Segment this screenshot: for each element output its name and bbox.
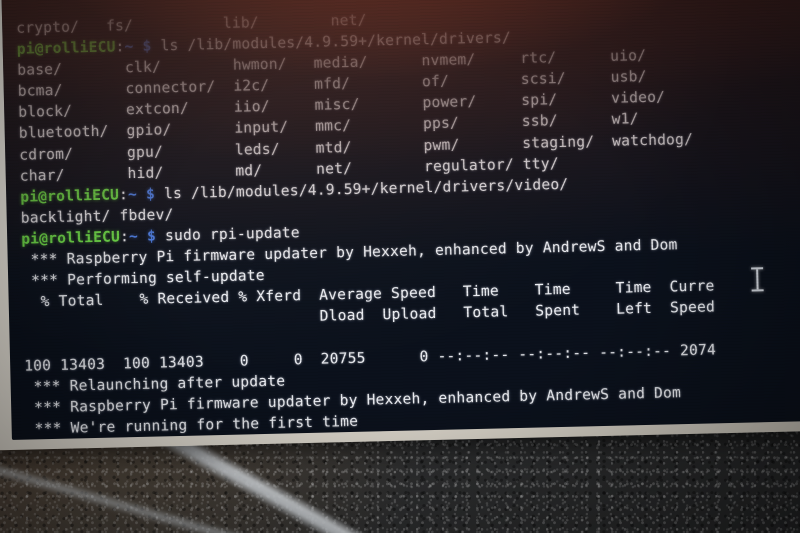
prompt-colon: : [115, 38, 125, 56]
prompt-user-host: pi@rolliECU [21, 228, 121, 248]
prompt-colon: : [119, 228, 130, 246]
command-text: sudo rpi-update [155, 224, 300, 245]
prompt-colon: : [118, 185, 129, 204]
prompt-path: ~ [124, 38, 134, 56]
prompt-sigil: $ [145, 185, 156, 203]
prompt-path: ~ [128, 227, 139, 246]
prompt-path: ~ [127, 185, 138, 203]
prompt-user-host: pi@rolliECU [20, 186, 120, 206]
prompt-sigil: $ [146, 227, 157, 245]
monitor-screen[interactable]: crypto/ fs/ lib/ net/pi@rolliECU:~ $ ls … [0, 0, 800, 440]
monitor: crypto/ fs/ lib/ net/pi@rolliECU:~ $ ls … [0, 0, 800, 452]
photo-scene: crypto/ fs/ lib/ net/pi@rolliECU:~ $ ls … [0, 0, 800, 533]
prompt-user-host: pi@rolliECU [16, 38, 116, 58]
prompt-sigil: $ [142, 37, 152, 55]
terminal-output[interactable]: crypto/ fs/ lib/ net/pi@rolliECU:~ $ ls … [16, 0, 800, 440]
line-text: backlight/ fbdev/ [20, 205, 174, 227]
